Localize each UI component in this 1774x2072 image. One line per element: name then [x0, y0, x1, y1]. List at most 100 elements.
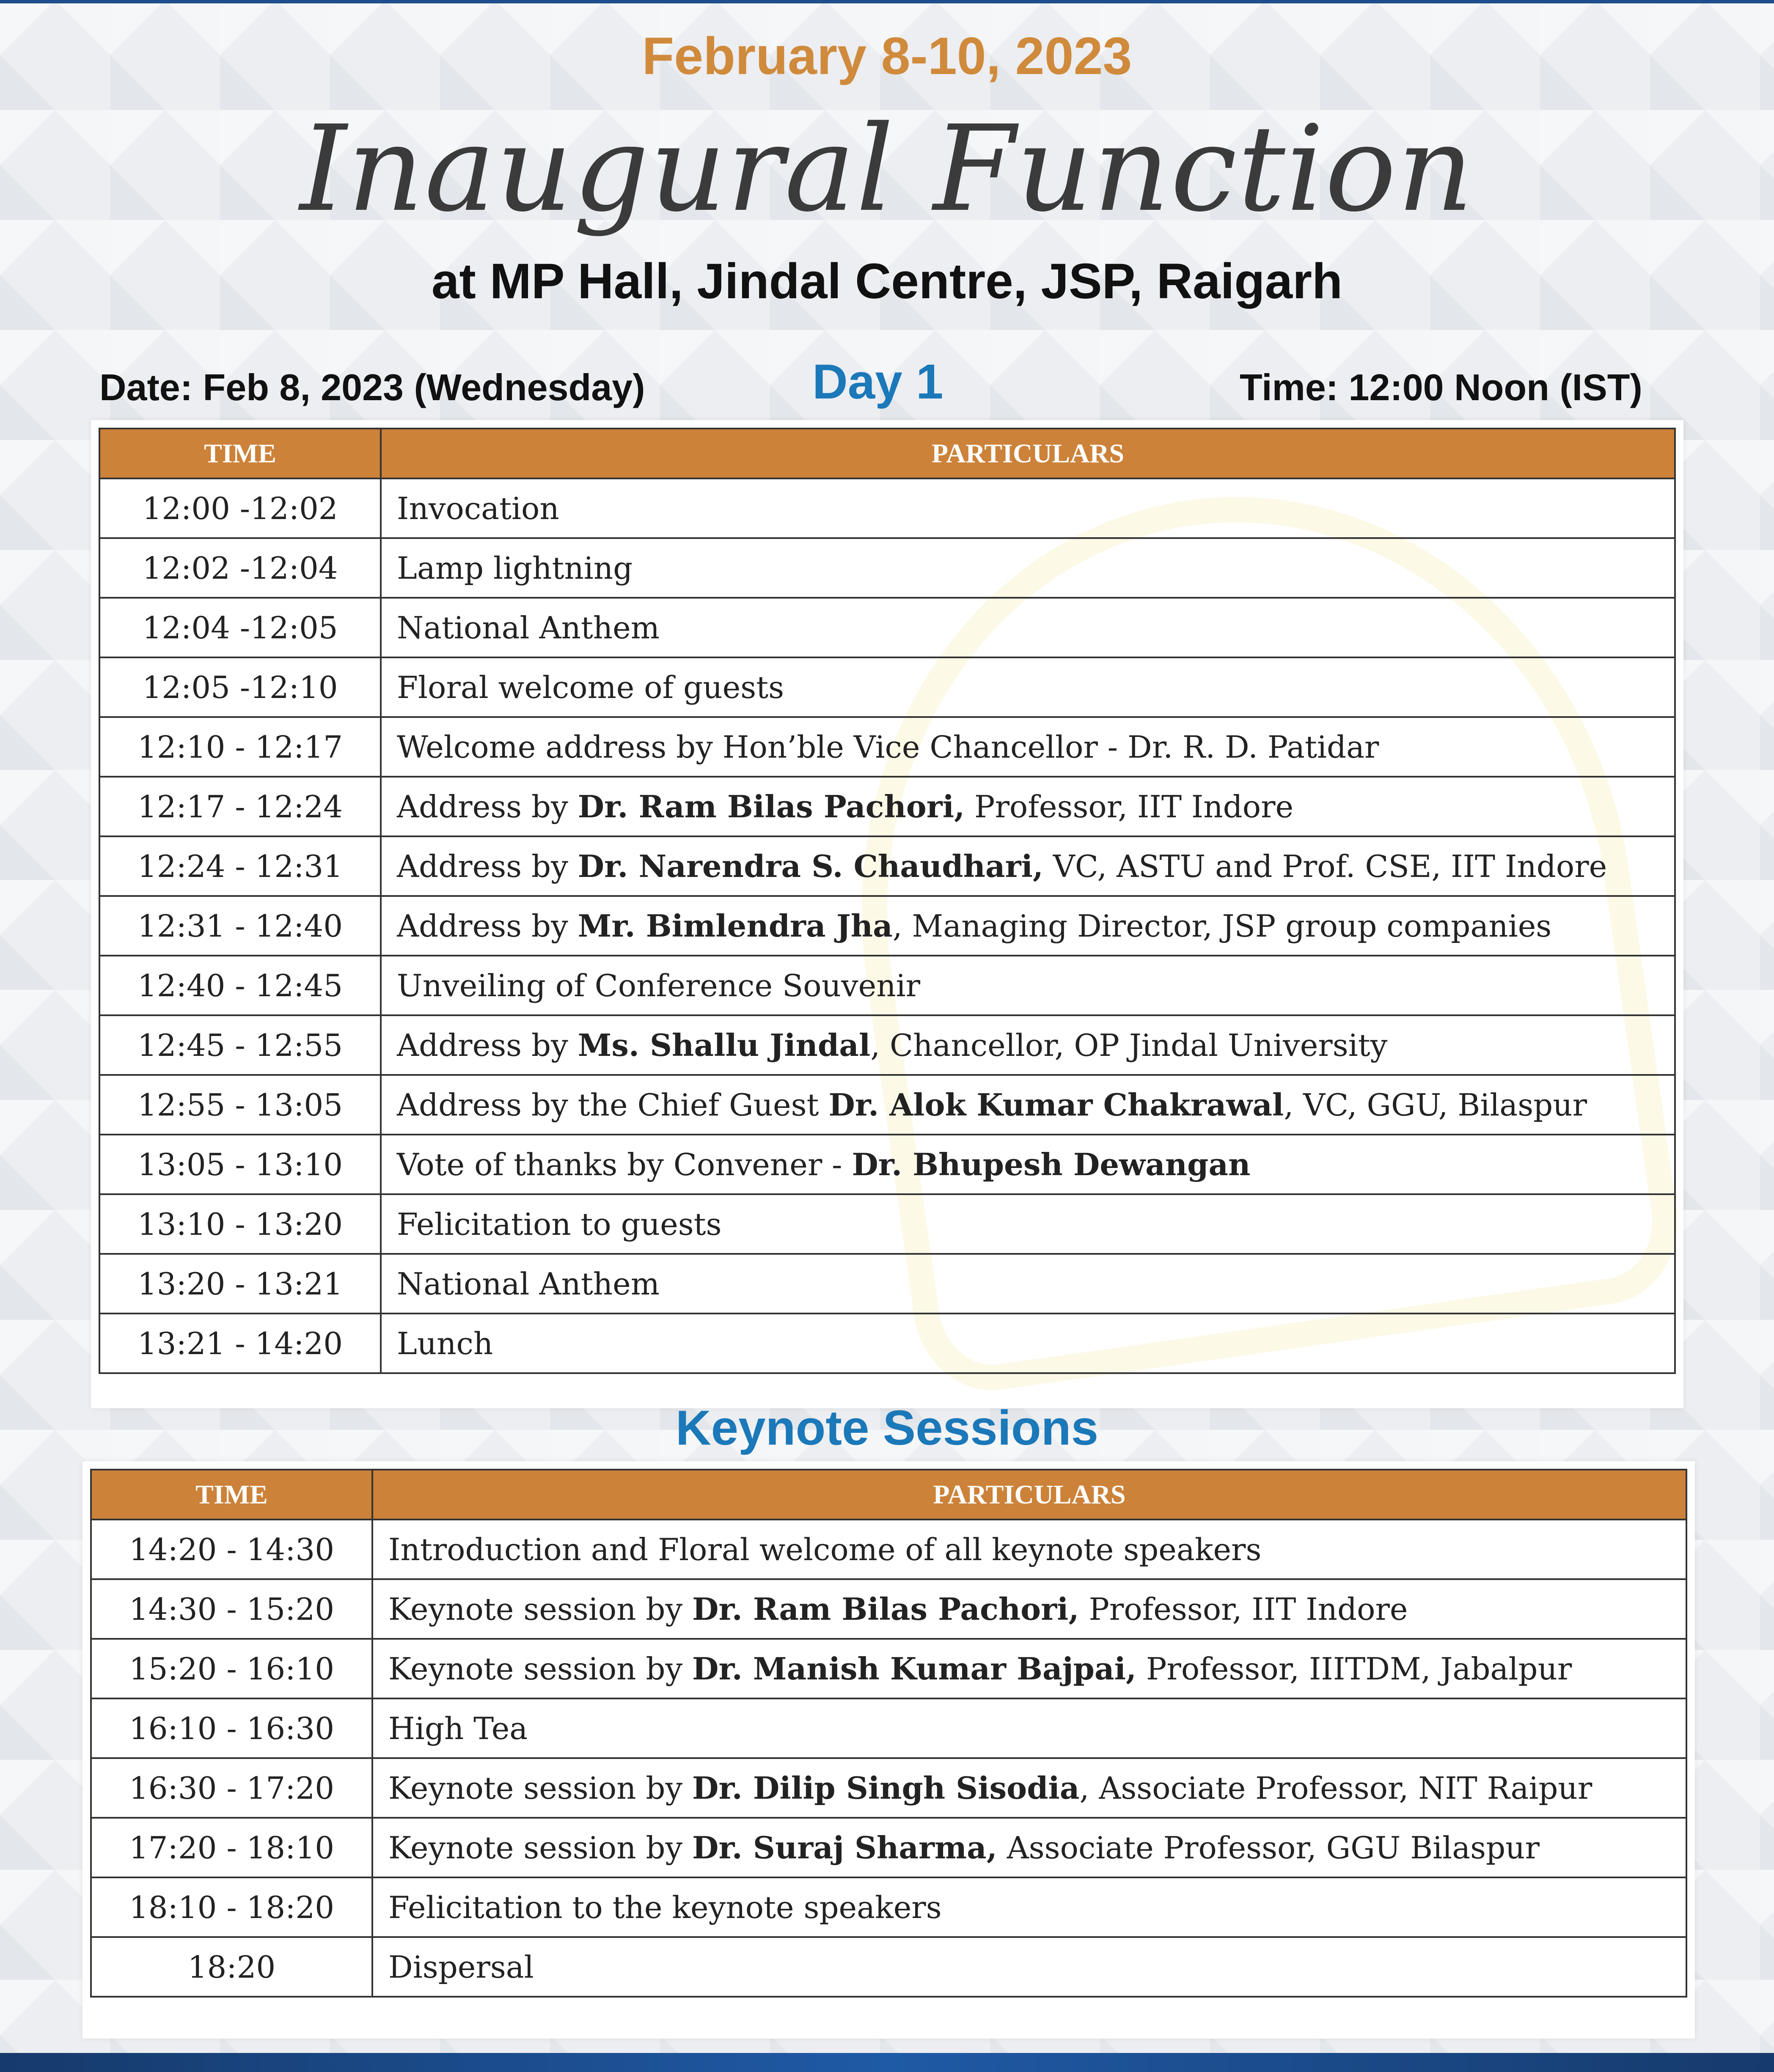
particulars-text: Keynote session by [388, 1651, 693, 1687]
time-cell: 13:10 - 13:20 [99, 1193, 382, 1255]
table-row: 12:45 - 12:55 Address by Ms. Shallu Jinda… [99, 1014, 1676, 1076]
table-row: 13:10 - 13:20 Felicitation to guests [99, 1193, 1676, 1255]
particulars-text: High Tea [388, 1711, 528, 1746]
particulars-cell: Vote of thanks by Convener - Dr. Bhupesh… [380, 1134, 1676, 1195]
particulars-cell: Felicitation to guests [380, 1193, 1676, 1255]
top-border [0, 0, 1774, 3]
table-row: 18:20 Dispersal [90, 1936, 1687, 1998]
particulars-text: VC, ASTU and Prof. CSE, IIT Indore [1043, 849, 1607, 884]
speaker-name: Dr. Ram Bilas Pachori, [578, 789, 965, 824]
table-row: 12:17 - 12:24 Address by Dr. Ram Bilas Pa… [99, 776, 1676, 837]
time-cell: 14:30 - 15:20 [90, 1578, 373, 1640]
particulars-text: Professor, IIITDM, Jabalpur [1136, 1651, 1572, 1687]
keynote-table-frame: TIME PARTICULARS 14:20 - 14:30 Introducti… [83, 1461, 1695, 2039]
date-label: Date: Feb 8, 2023 (Wednesday) [99, 366, 645, 408]
particulars-text: , VC, GGU, Bilaspur [1284, 1087, 1587, 1123]
particulars-cell: Address by the Chief Guest Dr. Alok Kuma… [380, 1074, 1676, 1135]
table-row: 12:00 -12:02 Invocation [99, 478, 1676, 539]
time-cell: 12:55 - 13:05 [99, 1074, 382, 1135]
time-cell: 16:10 - 16:30 [90, 1698, 373, 1759]
table-row: 16:10 - 16:30 High Tea [90, 1698, 1687, 1759]
time-cell: 14:20 - 14:30 [90, 1519, 373, 1580]
particulars-text: , Chancellor, OP Jindal University [870, 1028, 1388, 1063]
table-row: 14:30 - 15:20 Keynote session by Dr. Ram … [90, 1578, 1687, 1640]
time-cell: 12:17 - 12:24 [99, 776, 382, 837]
speaker-name: Dr. Bhupesh Dewangan [852, 1146, 1251, 1182]
table-row: 13:05 - 13:10 Vote of thanks by Convener … [99, 1134, 1676, 1195]
particulars-text: Introduction and Floral welcome of all k… [388, 1532, 1262, 1567]
time-cell: 12:05 -12:10 [99, 657, 382, 718]
particulars-text: Keynote session by [388, 1591, 693, 1627]
speaker-name: Dr. Alok Kumar Chakrawal [828, 1087, 1284, 1123]
table-row: 18:10 - 18:20 Felicitation to the keynote… [90, 1877, 1687, 1938]
table-row: 12:04 -12:05 National Anthem [99, 597, 1676, 658]
particulars-text: Associate Professor, GGU Bilaspur [997, 1830, 1540, 1866]
speaker-name: Dr. Dilip Singh Sisodia [692, 1770, 1080, 1806]
speaker-name: Ms. Shallu Jindal [578, 1027, 871, 1063]
table-row: 12:02 -12:04 Lamp lightning [99, 537, 1676, 599]
speaker-name: Mr. Bimlendra Jha [578, 908, 893, 944]
info-row: Date: Feb 8, 2023 (Wednesday) Day 1 Time… [0, 353, 1774, 425]
table-row: 17:20 - 18:10 Keynote session by Dr. Sura… [90, 1817, 1687, 1878]
particulars-text: Unveiling of Conference Souvenir [397, 968, 921, 1003]
particulars-text: Welcome address by Hon’ble Vice Chancell… [397, 729, 1379, 765]
time-cell: 12:40 - 12:45 [99, 955, 382, 1016]
time-cell: 12:02 -12:04 [99, 537, 382, 599]
time-cell: 18:20 [90, 1936, 373, 1998]
particulars-cell: Keynote session by Dr. Dilip Singh Sisod… [371, 1757, 1687, 1819]
particulars-text: Floral welcome of guests [397, 670, 784, 705]
particulars-cell: Address by Mr. Bimlendra Jha, Managing D… [380, 895, 1676, 956]
time-cell: 12:10 - 12:17 [99, 716, 382, 778]
day-label: Day 1 [812, 354, 943, 409]
speaker-name: Dr. Narendra S. Chaudhari, [578, 848, 1043, 884]
particulars-text: Professor, IIT Indore [965, 789, 1294, 824]
time-cell: 18:10 - 18:20 [90, 1877, 373, 1938]
table-header-row: TIME PARTICULARS [90, 1469, 1687, 1520]
table-row: 12:10 - 12:17 Welcome address by Hon’ble … [99, 716, 1676, 778]
particulars-text: Address by [397, 789, 578, 824]
time-cell: 13:05 - 13:10 [99, 1134, 382, 1195]
particulars-cell: Unveiling of Conference Souvenir [380, 955, 1676, 1016]
time-cell: 15:20 - 16:10 [90, 1638, 373, 1699]
particulars-cell: Address by Dr. Narendra S. Chaudhari, VC… [380, 835, 1676, 897]
particulars-text: Lamp lightning [397, 550, 633, 586]
particulars-text: Lunch [397, 1326, 493, 1361]
bottom-bar [0, 2053, 1774, 2072]
column-header-particulars: PARTICULARS [380, 428, 1676, 479]
table-row: 12:40 - 12:45 Unveiling of Conference Sou… [99, 955, 1676, 1016]
particulars-cell: Dispersal [371, 1936, 1687, 1998]
particulars-cell: Lamp lightning [380, 537, 1676, 599]
page-title: Inaugural Function [300, 100, 1474, 238]
particulars-cell: Keynote session by Dr. Suraj Sharma, Ass… [371, 1817, 1687, 1878]
table-row: 12:31 - 12:40 Address by Mr. Bimlendra Jh… [99, 895, 1676, 956]
inaugural-table-frame: TIME PARTICULARS 12:00 -12:02 Invocation 1… [91, 420, 1689, 1408]
particulars-text: Vote of thanks by Convener - [397, 1147, 852, 1182]
column-header-time: TIME [99, 428, 382, 479]
particulars-cell: Introduction and Floral welcome of all k… [371, 1519, 1687, 1580]
particulars-text: Dispersal [388, 1949, 534, 1985]
particulars-text: , Managing Director, JSP group companies [892, 908, 1552, 944]
particulars-cell: Floral welcome of guests [380, 657, 1676, 718]
speaker-name: Dr. Manish Kumar Bajpai, [692, 1651, 1137, 1687]
time-cell: 12:45 - 12:55 [99, 1014, 382, 1076]
table-row: 13:20 - 13:21 National Anthem [99, 1253, 1676, 1314]
column-header-particulars: PARTICULARS [371, 1469, 1687, 1520]
particulars-text: Address by the Chief Guest [397, 1087, 829, 1123]
conference-dates: February 8-10, 2023 [642, 27, 1132, 85]
time-cell: 13:21 - 14:20 [99, 1313, 382, 1374]
particulars-cell: High Tea [371, 1698, 1687, 1759]
particulars-cell: Address by Dr. Ram Bilas Pachori, Profes… [380, 776, 1676, 837]
speaker-name: Dr. Ram Bilas Pachori, [692, 1591, 1079, 1627]
time-label: Time: 12:00 Noon (IST) [1240, 366, 1642, 408]
time-cell: 13:20 - 13:21 [99, 1253, 382, 1314]
particulars-text: Address by [397, 1028, 578, 1063]
particulars-cell: National Anthem [380, 1253, 1676, 1314]
table-row: 13:21 - 14:20 Lunch [99, 1313, 1676, 1374]
particulars-cell: National Anthem [380, 597, 1676, 658]
time-cell: 12:24 - 12:31 [99, 835, 382, 897]
particulars-cell: Welcome address by Hon’ble Vice Chancell… [380, 716, 1676, 778]
particulars-cell: Keynote session by Dr. Manish Kumar Bajp… [371, 1638, 1687, 1699]
keynote-section-title: Keynote Sessions [675, 1400, 1099, 1455]
time-cell: 12:31 - 12:40 [99, 895, 382, 956]
table-row: 14:20 - 14:30 Introduction and Floral wel… [90, 1519, 1687, 1580]
